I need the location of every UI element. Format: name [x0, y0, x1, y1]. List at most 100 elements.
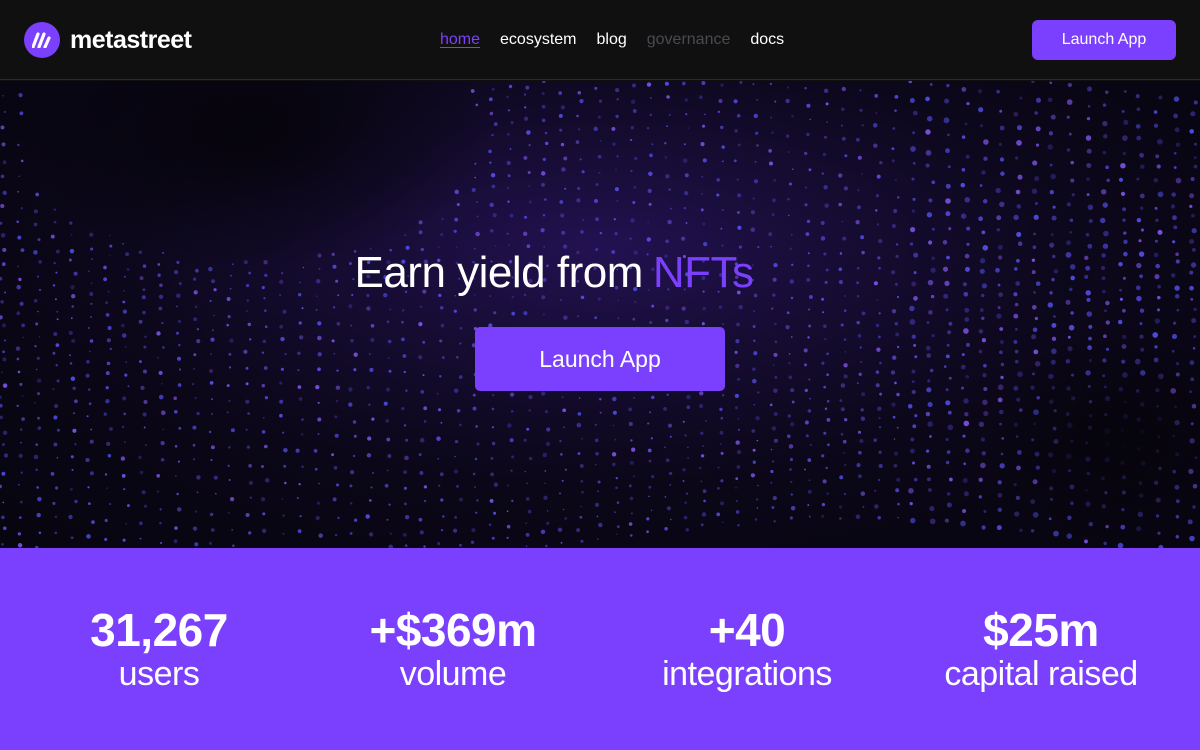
particle-dot [615, 486, 618, 490]
particle-dot [807, 489, 812, 494]
particle-dot [1122, 276, 1126, 280]
particle-dot [142, 412, 147, 417]
particle-dot [701, 124, 706, 128]
particle-dot [441, 217, 444, 220]
particle-dot [524, 93, 527, 96]
particle-dot [73, 412, 75, 414]
particle-dot [909, 319, 916, 325]
nav-item-blog[interactable]: blog [597, 30, 627, 50]
particle-dot [472, 406, 477, 411]
particle-dot [632, 475, 636, 478]
particle-dot [105, 301, 109, 305]
particle-dot [365, 514, 370, 519]
particle-dot [279, 324, 284, 329]
header-launch-app-button[interactable]: Launch App [1032, 20, 1176, 60]
particle-dot [1193, 335, 1197, 339]
particle-dot [684, 501, 687, 504]
particle-dot [1123, 251, 1128, 257]
particle-dot [1136, 177, 1140, 181]
particle-dot [666, 95, 670, 99]
particle-dot [489, 202, 494, 208]
particle-dot [999, 201, 1005, 207]
particle-dot [348, 304, 353, 309]
particle-dot [528, 456, 533, 461]
particle-dot [720, 479, 724, 483]
particle-dot [789, 516, 793, 520]
particle-dot [124, 373, 128, 377]
particle-dot [86, 534, 91, 539]
particle-dot [4, 339, 6, 342]
nav-item-governance[interactable]: governance [647, 30, 731, 50]
particle-dot [283, 447, 288, 453]
particle-dot [70, 536, 74, 540]
particle-dot [546, 521, 550, 525]
particle-dot [1086, 311, 1093, 317]
particle-dot [440, 233, 444, 237]
particle-dot [193, 368, 195, 370]
particle-dot [1173, 166, 1177, 169]
particle-dot [540, 171, 546, 176]
particle-dot [804, 151, 808, 156]
particle-dot [702, 489, 707, 494]
particle-dot [737, 524, 740, 527]
particle-dot [770, 448, 773, 451]
particle-dot [701, 175, 704, 178]
particle-dot [54, 403, 59, 409]
particle-dot [965, 374, 969, 379]
particle-dot [561, 230, 566, 235]
particle-dot [580, 505, 583, 508]
particle-dot [1190, 177, 1195, 181]
particle-dot [541, 104, 546, 109]
particle-dot [138, 360, 142, 364]
particle-dot [16, 357, 20, 361]
particle-dot [139, 470, 144, 475]
particle-dot [209, 381, 214, 385]
particle-dot [1173, 96, 1180, 102]
particle-dot [579, 464, 584, 468]
particle-dot [121, 323, 125, 328]
particle-dot [440, 529, 444, 532]
particle-dot [301, 418, 304, 421]
particle-dot [71, 468, 74, 471]
particle-dot [491, 133, 494, 137]
particle-dot [1000, 362, 1005, 367]
particle-dot [1136, 295, 1142, 302]
particle-dot [648, 202, 652, 206]
particle-dot [750, 210, 755, 215]
particle-dot [21, 323, 25, 328]
nav-item-home[interactable]: home [440, 30, 480, 50]
nav-item-ecosystem[interactable]: ecosystem [500, 30, 576, 50]
particle-dot [1173, 225, 1178, 230]
particle-dot [1047, 144, 1053, 150]
particle-dot [646, 530, 649, 533]
particle-dot [721, 208, 724, 212]
particle-dot [475, 425, 478, 428]
particle-dot [962, 509, 967, 513]
particle-dot [668, 114, 671, 116]
particle-dot [1015, 156, 1019, 160]
particle-dot [525, 532, 530, 537]
particle-dot [52, 351, 56, 355]
particle-dot [90, 302, 93, 305]
particle-dot [910, 437, 915, 442]
hero-launch-app-button[interactable]: Launch App [475, 327, 725, 391]
particle-dot [488, 523, 492, 526]
particle-dot [891, 159, 895, 163]
particle-dot [331, 453, 334, 457]
particle-dot [945, 211, 951, 217]
particle-dot [788, 444, 794, 449]
particle-dot [1035, 126, 1041, 132]
particle-dot [966, 226, 971, 231]
particle-dot [53, 220, 57, 224]
particle-dot [454, 217, 459, 222]
particle-dot [352, 420, 357, 424]
particle-dot [509, 438, 514, 443]
particle-dot [739, 81, 743, 84]
particle-dot [577, 128, 581, 131]
brand-logo-link[interactable]: metastreet [24, 22, 192, 58]
particle-dot [839, 517, 842, 520]
particle-dot [877, 335, 881, 339]
particle-dot [965, 342, 971, 347]
particle-dot [995, 187, 1001, 194]
nav-item-docs[interactable]: docs [750, 30, 784, 50]
